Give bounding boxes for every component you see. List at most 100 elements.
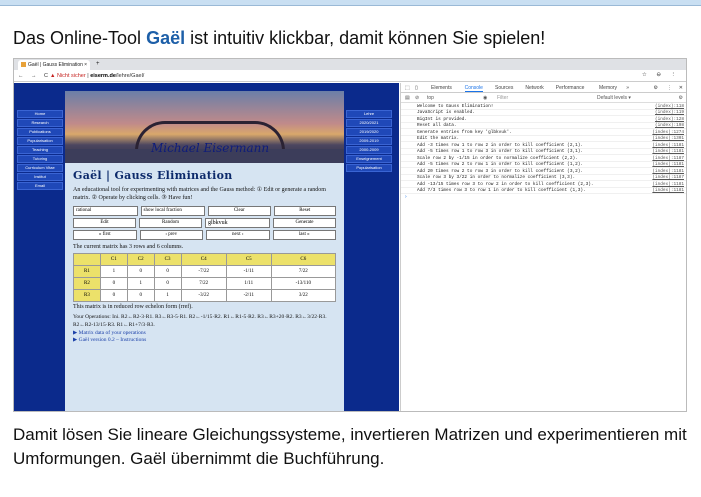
- url-field[interactable]: ▲ Nicht sicher | eiserm.de/lehre/Gael/: [50, 73, 144, 79]
- left-nav-item[interactable]: Publications: [17, 128, 63, 136]
- matrix-row: R2 0 1 0 7/22 1/11 -13/110: [73, 277, 337, 290]
- console-filter-input[interactable]: Filter: [497, 95, 508, 101]
- matrix-cell[interactable]: 7/22: [180, 277, 227, 290]
- console-source-link[interactable]: (index):1181: [652, 149, 684, 154]
- left-nav-item[interactable]: Email: [17, 182, 63, 190]
- console-source-link[interactable]: (index):1301: [652, 136, 684, 141]
- sidebar-toggle-icon[interactable]: ▤: [405, 95, 410, 101]
- matrix-row: R1 1 0 0 -7/22 -1/11 7/22: [73, 265, 337, 278]
- left-nav-item[interactable]: Research: [17, 119, 63, 127]
- matrix-cell[interactable]: 0: [99, 289, 128, 302]
- left-nav-item[interactable]: Home: [17, 110, 63, 118]
- console-source-link[interactable]: (index):1181: [652, 188, 684, 193]
- right-nav-item[interactable]: 2019/2020: [346, 128, 392, 136]
- tab-close-icon[interactable]: ×: [84, 62, 87, 68]
- close-devtools-icon[interactable]: ✕: [679, 85, 683, 91]
- right-nav-item[interactable]: Popularisation: [346, 164, 392, 172]
- matrix-row-header[interactable]: R3: [73, 289, 101, 302]
- next-button[interactable]: next ›: [206, 230, 270, 240]
- console-message-text: BigInt is provided.: [417, 116, 468, 122]
- matrix-cell[interactable]: 3/22: [270, 289, 337, 302]
- devtools-tab[interactable]: Console: [464, 85, 483, 92]
- eye-icon[interactable]: ◉: [483, 95, 487, 101]
- right-nav-item[interactable]: 2020/2021: [346, 119, 392, 127]
- matrix-column-header: C3: [153, 253, 182, 266]
- edit-button[interactable]: Edit: [73, 218, 136, 228]
- left-nav-item[interactable]: Curriculum Vitae: [17, 164, 63, 172]
- matrix-column-header: [73, 253, 101, 266]
- matrix-data-link[interactable]: ▶ Matrix data of your operations: [65, 329, 344, 336]
- right-nav-item[interactable]: Lehre: [346, 110, 392, 118]
- right-nav-item[interactable]: 2009-2019: [346, 137, 392, 145]
- fraction-display-select[interactable]: show local fraction: [140, 206, 205, 216]
- left-nav-item[interactable]: Institut: [17, 173, 63, 181]
- console-source-link[interactable]: (index):1187: [652, 156, 684, 161]
- console-source-link[interactable]: (index):1274: [652, 130, 684, 135]
- random-button[interactable]: Random: [139, 218, 202, 228]
- generate-button[interactable]: Generate: [273, 218, 336, 228]
- first-button[interactable]: « first: [73, 230, 137, 240]
- left-nav-item[interactable]: Tutoring: [17, 155, 63, 163]
- matrix-row-header[interactable]: R2: [73, 277, 101, 290]
- matrix-cell[interactable]: -1/11: [225, 265, 272, 278]
- matrix-column-header: C5: [225, 253, 272, 266]
- right-nav-item[interactable]: 2000-2009: [346, 146, 392, 154]
- devtools-tab[interactable]: Elements: [431, 85, 452, 91]
- context-select[interactable]: top: [427, 95, 434, 101]
- number-mode-select[interactable]: rational: [73, 206, 138, 216]
- devtools-tab[interactable]: Memory: [599, 85, 617, 91]
- matrix-cell[interactable]: 0: [126, 289, 155, 302]
- device-toggle-icon[interactable]: ▯: [415, 85, 418, 91]
- heading-text-end: ist intuitiv klickbar, damit können Sie …: [185, 28, 546, 48]
- matrix-row-header[interactable]: R1: [73, 265, 101, 278]
- console-source-link[interactable]: (index):1181: [652, 169, 684, 174]
- settings-icon[interactable]: ⚙: [654, 85, 658, 91]
- matrix-cell[interactable]: 1/11: [225, 277, 272, 290]
- log-levels-select[interactable]: Default levels ▾: [597, 95, 631, 101]
- key-input[interactable]: glbkvuk: [205, 218, 270, 228]
- prev-button[interactable]: ‹ prev: [139, 230, 203, 240]
- console-source-link[interactable]: (index):1181: [652, 182, 684, 187]
- clear-button[interactable]: Clear: [208, 206, 271, 216]
- matrix-cell[interactable]: 1: [126, 277, 155, 290]
- devtools-tab[interactable]: Network: [525, 85, 543, 91]
- reset-button[interactable]: Reset: [273, 206, 336, 216]
- nav-buttons[interactable]: ← → C: [18, 73, 51, 79]
- matrix-cell[interactable]: 1: [99, 265, 128, 278]
- console-settings-icon[interactable]: ⚙: [679, 95, 683, 101]
- instructions-link[interactable]: ▶ Gaël version 0.2 – Instructions: [65, 336, 344, 343]
- console-source-link[interactable]: (index):1187: [652, 175, 684, 180]
- devtools-tab[interactable]: Sources: [495, 85, 513, 91]
- browser-menu-icons[interactable]: ☆ ⊖ ⋮: [642, 72, 680, 78]
- matrix-cell[interactable]: 7/22: [270, 265, 337, 278]
- matrix-cell[interactable]: -13/110: [270, 277, 337, 290]
- matrix-cell[interactable]: 0: [153, 277, 182, 290]
- console-source-link[interactable]: (index):128: [655, 117, 684, 122]
- matrix-cell[interactable]: -2/11: [225, 289, 272, 302]
- right-nav-item[interactable]: Enseignement: [346, 155, 392, 163]
- matrix-cell[interactable]: 0: [99, 277, 128, 290]
- matrix-cell[interactable]: 1: [153, 289, 182, 302]
- console-source-link[interactable]: (index):119: [655, 110, 684, 115]
- clear-console-icon[interactable]: ⊘: [415, 95, 419, 101]
- left-nav-item[interactable]: Popularisation: [17, 137, 63, 145]
- devtools-tab[interactable]: »: [626, 85, 629, 91]
- console-source-link[interactable]: (index):118: [655, 104, 684, 109]
- console-source-link[interactable]: (index):198: [655, 123, 684, 128]
- console-prompt[interactable]: ›: [401, 194, 686, 200]
- matrix-cell[interactable]: -7/22: [180, 265, 227, 278]
- browser-tab[interactable]: Gaël | Gauss Elimination ×: [18, 60, 90, 70]
- devtools-tab[interactable]: Performance: [556, 85, 585, 91]
- tab-title: Gaël | Gauss Elimination: [28, 62, 83, 68]
- console-source-link[interactable]: (index):1181: [652, 162, 684, 167]
- right-navigation: Lehre 2020/2021 2019/2020 2009-2019 2000-200…: [346, 110, 392, 173]
- matrix-cell[interactable]: 0: [126, 265, 155, 278]
- last-button[interactable]: last »: [272, 230, 336, 240]
- new-tab-icon[interactable]: +: [96, 61, 100, 67]
- inspect-icon[interactable]: ⬚: [405, 85, 410, 91]
- matrix-cell[interactable]: 0: [153, 265, 182, 278]
- more-icon[interactable]: ⋮: [667, 85, 672, 91]
- console-source-link[interactable]: (index):1181: [652, 143, 684, 148]
- left-nav-item[interactable]: Teaching: [17, 146, 63, 154]
- matrix-cell[interactable]: -3/22: [180, 289, 227, 302]
